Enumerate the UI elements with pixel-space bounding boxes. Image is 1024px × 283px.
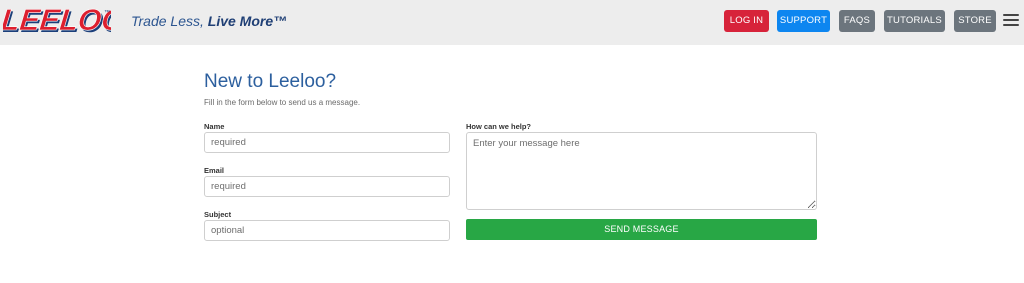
- help-label: How can we help?: [466, 122, 532, 131]
- tagline-bold: Live More™: [207, 13, 288, 29]
- hamburger-menu-icon[interactable]: [1003, 13, 1019, 27]
- page-subtitle: Fill in the form below to send us a mess…: [204, 98, 361, 107]
- top-navbar: LEELOO LEELOO ™ Trade Less, Live More™ L…: [0, 0, 1024, 45]
- email-input[interactable]: [204, 176, 450, 197]
- logo-trademark: ™: [104, 9, 110, 16]
- name-label: Name: [204, 122, 225, 131]
- message-textarea[interactable]: [466, 132, 817, 210]
- subject-label: Subject: [204, 210, 232, 219]
- logo-text: LEELOO: [3, 5, 111, 37]
- send-message-button[interactable]: SEND MESSAGE: [466, 219, 817, 240]
- tutorials-button[interactable]: TUTORIALS: [884, 10, 945, 32]
- faqs-button[interactable]: FAQS: [839, 10, 875, 32]
- store-button[interactable]: STORE: [954, 10, 996, 32]
- support-button[interactable]: SUPPORT: [777, 10, 830, 32]
- subject-input[interactable]: [204, 220, 450, 241]
- page-title: New to Leeloo?: [204, 71, 337, 92]
- email-label: Email: [204, 166, 225, 175]
- name-input[interactable]: [204, 132, 450, 153]
- tagline-light: Trade Less,: [131, 13, 208, 29]
- login-button[interactable]: LOG IN: [724, 10, 769, 32]
- tagline: Trade Less, Live More™: [131, 13, 287, 29]
- leeloo-logo[interactable]: LEELOO LEELOO ™: [3, 5, 111, 37]
